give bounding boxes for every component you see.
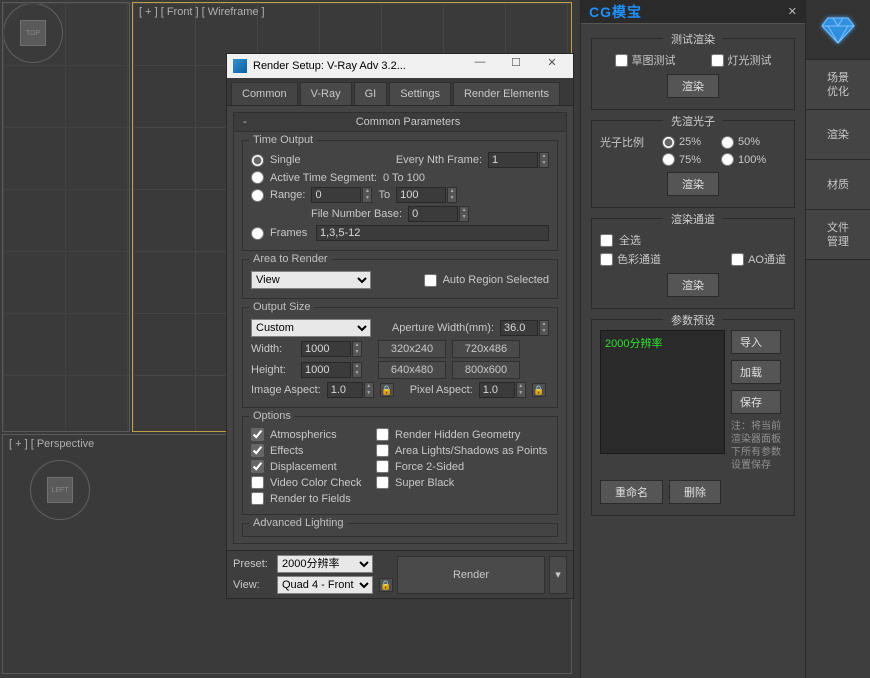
dialog-icon xyxy=(233,59,247,73)
check-video-color[interactable] xyxy=(251,476,264,489)
preset-800x600[interactable]: 800x600 xyxy=(452,361,520,379)
preset-320x240[interactable]: 320x240 xyxy=(378,340,446,358)
viewcube-left[interactable]: LEFT xyxy=(30,460,90,520)
spinner-range-to[interactable]: ▲▼ xyxy=(396,187,457,203)
spinner-file-base[interactable]: ▲▼ xyxy=(408,206,469,222)
lock-pixel-aspect-icon[interactable]: 🔒 xyxy=(532,383,546,397)
rollup-common-params[interactable]: - Common Parameters xyxy=(234,113,566,132)
save-button[interactable]: 保存 xyxy=(731,390,781,414)
preset-640x480[interactable]: 640x480 xyxy=(378,361,446,379)
render-test-button[interactable]: 渲染 xyxy=(667,74,719,98)
select-area[interactable]: View xyxy=(251,271,371,289)
radio-photon-25[interactable] xyxy=(662,136,675,149)
check-light-test[interactable] xyxy=(711,54,724,67)
radio-range[interactable] xyxy=(251,189,264,202)
tab-vray[interactable]: V-Ray xyxy=(300,82,352,105)
tab-gi[interactable]: GI xyxy=(354,82,388,105)
preset-list-item[interactable]: 2000分辨率 xyxy=(605,335,720,351)
select-view[interactable]: Quad 4 - Front xyxy=(277,576,373,594)
rename-button[interactable]: 重命名 xyxy=(600,480,663,504)
minimize-button[interactable]: — xyxy=(465,56,495,76)
spinner-aperture[interactable]: ▲▼ xyxy=(500,320,549,336)
check-ao-channel[interactable] xyxy=(731,253,744,266)
radio-frames[interactable] xyxy=(251,227,264,240)
maximize-button[interactable]: ☐ xyxy=(501,56,531,76)
hint-text: 注：将当前 渲染器面板 下所有参数 设置保存 xyxy=(731,420,781,472)
import-button[interactable]: 导入 xyxy=(731,330,781,354)
cg-panel: CG模宝 ✕ 测试渲染 草图测试 灯光测试 渲染 先渲光子 光子比例 25% 5… xyxy=(580,0,805,678)
spinner-width[interactable]: ▲▼ xyxy=(301,341,362,357)
rail-scene-optimize[interactable]: 场景 优化 xyxy=(806,60,870,110)
spinner-range-from[interactable]: ▲▼ xyxy=(311,187,372,203)
radio-single[interactable] xyxy=(251,154,264,167)
viewport-front-label[interactable]: [ + ] [ Front ] [ Wireframe ] xyxy=(139,6,265,18)
rail-file-manage[interactable]: 文件 管理 xyxy=(806,210,870,260)
check-displacement[interactable] xyxy=(251,460,264,473)
cg-logo: CG模宝 xyxy=(589,2,642,22)
close-button[interactable]: ✕ xyxy=(537,56,567,76)
spinner-every-nth[interactable]: ▲▼ xyxy=(488,152,549,168)
rail-material[interactable]: 材质 xyxy=(806,160,870,210)
check-auto-region[interactable] xyxy=(424,274,437,287)
check-select-all[interactable] xyxy=(600,234,613,247)
tab-render-elements[interactable]: Render Elements xyxy=(453,82,560,105)
render-photon-button[interactable]: 渲染 xyxy=(667,172,719,196)
spinner-height[interactable]: ▲▼ xyxy=(301,362,362,378)
check-force-2sided[interactable] xyxy=(376,460,389,473)
cg-close-button[interactable]: ✕ xyxy=(788,5,797,18)
dialog-titlebar[interactable]: Render Setup: V-Ray Adv 3.2... — ☐ ✕ xyxy=(227,54,573,78)
rail-render[interactable]: 渲染 xyxy=(806,110,870,160)
viewport-top[interactable]: TOP xyxy=(2,2,130,432)
preset-720x486[interactable]: 720x486 xyxy=(452,340,520,358)
viewport-pers-label[interactable]: [ + ] [ Perspective xyxy=(9,438,94,450)
check-hidden-geometry[interactable] xyxy=(376,428,389,441)
check-sketch-test[interactable] xyxy=(615,54,628,67)
delete-button[interactable]: 删除 xyxy=(669,480,721,504)
render-setup-dialog: Render Setup: V-Ray Adv 3.2... — ☐ ✕ Com… xyxy=(226,53,574,599)
check-render-to-fields[interactable] xyxy=(251,492,264,505)
spinner-pixel-aspect[interactable]: ▲▼ xyxy=(479,382,526,398)
check-area-lights[interactable] xyxy=(376,444,389,457)
load-button[interactable]: 加载 xyxy=(731,360,781,384)
tab-common[interactable]: Common xyxy=(231,82,298,105)
check-super-black[interactable] xyxy=(376,476,389,489)
right-rail: 场景 优化 渲染 材质 文件 管理 xyxy=(805,0,870,678)
radio-active-segment[interactable] xyxy=(251,171,264,184)
render-button[interactable]: Render xyxy=(397,556,545,594)
radio-photon-75[interactable] xyxy=(662,153,675,166)
spinner-image-aspect[interactable]: ▲▼ xyxy=(327,382,374,398)
tabs: Common V-Ray GI Settings Render Elements xyxy=(227,78,573,106)
check-effects[interactable] xyxy=(251,444,264,457)
tab-settings[interactable]: Settings xyxy=(389,82,451,105)
render-dropdown-button[interactable]: ▾ xyxy=(549,556,567,594)
radio-photon-50[interactable] xyxy=(721,136,734,149)
radio-photon-100[interactable] xyxy=(721,153,734,166)
dialog-title: Render Setup: V-Ray Adv 3.2... xyxy=(253,60,406,72)
input-frames[interactable] xyxy=(316,225,549,241)
select-preset[interactable]: 2000分辨率 xyxy=(277,555,373,573)
diamond-icon[interactable] xyxy=(806,0,870,60)
render-channel-button[interactable]: 渲染 xyxy=(667,273,719,297)
lock-view-icon[interactable]: 🔒 xyxy=(379,578,393,592)
check-color-channel[interactable] xyxy=(600,253,613,266)
select-output-size[interactable]: Custom xyxy=(251,319,371,337)
check-atmospherics[interactable] xyxy=(251,428,264,441)
preset-list[interactable]: 2000分辨率 xyxy=(600,330,725,454)
lock-image-aspect-icon[interactable]: 🔒 xyxy=(380,383,394,397)
